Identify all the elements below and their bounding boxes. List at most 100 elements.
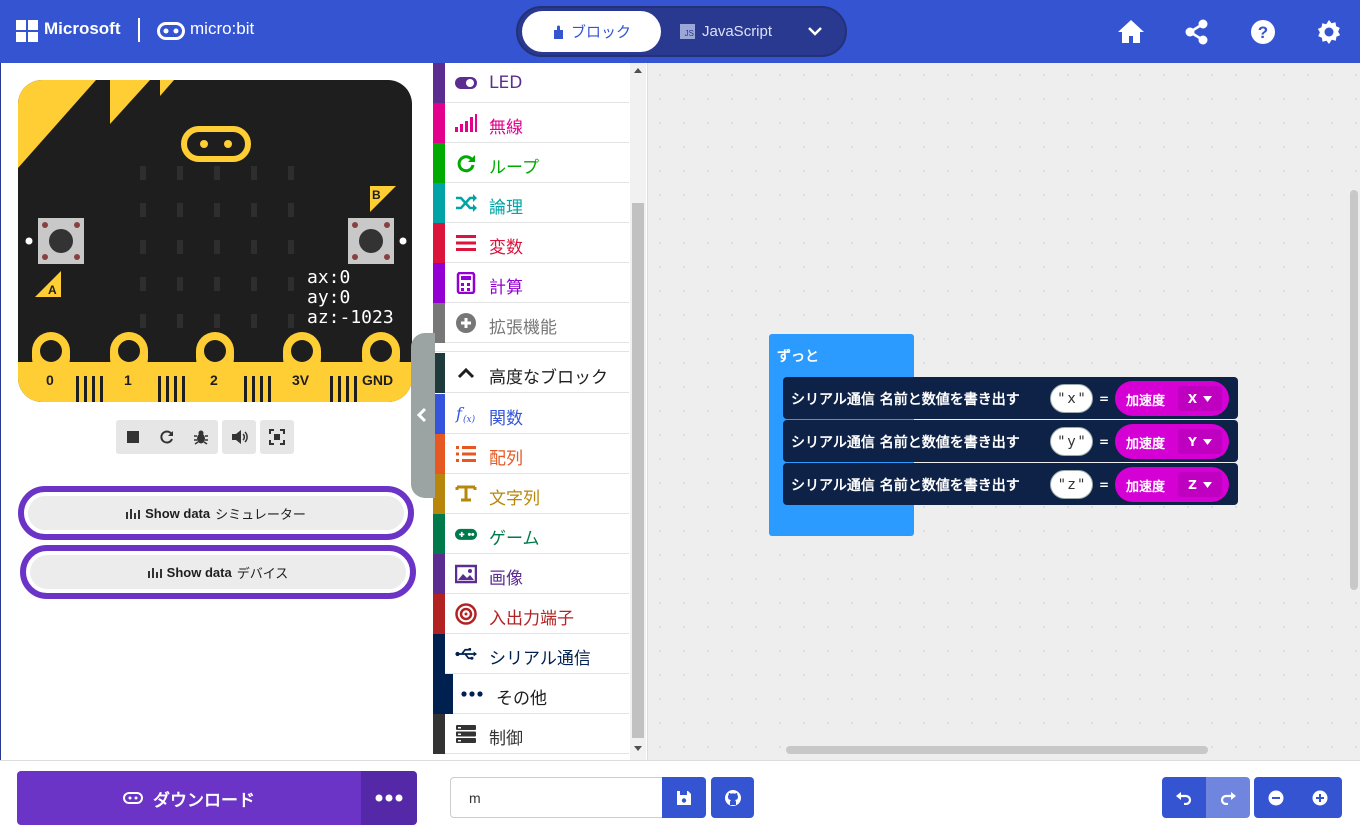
puzzle-icon xyxy=(553,25,563,39)
name-string-value: z xyxy=(1067,476,1076,493)
redo-button[interactable] xyxy=(1206,777,1250,818)
axis-dropdown[interactable]: Y xyxy=(1178,429,1222,454)
toolbox-game[interactable]: ゲーム xyxy=(433,514,629,554)
axis-value: X xyxy=(1187,391,1198,406)
workspace-vertical-scrollbar[interactable] xyxy=(1350,190,1358,590)
show-data-simulator-button[interactable]: Show data シミュレーター xyxy=(18,486,414,540)
bug-icon xyxy=(194,430,208,445)
redo-icon xyxy=(1220,791,1236,805)
name-string-input[interactable]: " y " xyxy=(1050,427,1093,456)
readout-az: az:-1023 xyxy=(307,307,394,328)
restart-button[interactable] xyxy=(150,420,184,454)
collapse-simulator-button[interactable] xyxy=(411,333,435,498)
toolbox-pins[interactable]: 入出力端子 xyxy=(433,594,629,634)
share-icon[interactable] xyxy=(1182,17,1212,47)
toolbox-extensions[interactable]: 拡張機能 xyxy=(433,303,629,343)
toolbox: LED 無線 ループ 論理 変数 計算 拡張機能 高度なブロック f (x) 関… xyxy=(433,63,648,760)
microbit-board[interactable]: ax:0 ay:0 az:-1023 A B 0 1 2 3V GND xyxy=(18,80,412,402)
name-string-value: x xyxy=(1067,390,1076,407)
download-label: ダウンロード xyxy=(153,790,255,811)
category-bar xyxy=(433,103,445,143)
category-bar xyxy=(433,554,445,594)
equals-sign: = xyxy=(1099,478,1110,492)
scroll-down-icon[interactable] xyxy=(634,746,642,752)
github-button[interactable] xyxy=(711,777,754,818)
toolbox-label: 画像 xyxy=(489,569,523,589)
brand-divider xyxy=(138,18,140,42)
category-bar xyxy=(433,514,445,554)
github-icon xyxy=(724,789,741,806)
workspace-horizontal-scrollbar[interactable] xyxy=(786,746,1208,754)
toolbox-images[interactable]: 画像 xyxy=(433,554,629,594)
gamepad-icon xyxy=(455,528,477,540)
name-string-input[interactable]: " z " xyxy=(1050,470,1093,499)
toolbox-arrays[interactable]: 配列 xyxy=(433,434,629,474)
acceleration-label: 加速度 xyxy=(1126,480,1166,495)
download-button[interactable]: ダウンロード xyxy=(17,771,361,825)
toolbox-radio[interactable]: 無線 xyxy=(433,103,629,143)
toolbox-led[interactable]: LED xyxy=(433,63,629,103)
acceleration-block[interactable]: 加速度 Z xyxy=(1115,467,1229,502)
toolbox-math[interactable]: 計算 xyxy=(433,263,629,303)
acceleration-block[interactable]: 加速度 Y xyxy=(1115,424,1229,459)
undo-icon xyxy=(1176,791,1192,805)
scroll-up-icon[interactable] xyxy=(634,67,642,73)
debug-button[interactable] xyxy=(184,420,218,454)
toolbox-label: シリアル通信 xyxy=(489,649,591,669)
settings-gear-icon[interactable] xyxy=(1314,17,1344,47)
undo-button[interactable] xyxy=(1162,777,1206,818)
toolbox-text[interactable]: 文字列 xyxy=(433,474,629,514)
category-bar xyxy=(433,674,453,714)
help-icon[interactable]: ? xyxy=(1248,17,1278,47)
category-bar xyxy=(433,263,445,303)
toolbox-label: その他 xyxy=(496,689,547,709)
toolbox-loops[interactable]: ループ xyxy=(433,143,629,183)
project-name-input[interactable] xyxy=(450,777,662,818)
toolbox-scroll-thumb[interactable] xyxy=(632,203,644,738)
simulator-pane: ax:0 ay:0 az:-1023 A B 0 1 2 3V GND Show… xyxy=(0,63,433,760)
speaker-icon xyxy=(231,430,248,444)
download-more-button[interactable] xyxy=(361,771,417,825)
stop-button[interactable] xyxy=(116,420,150,454)
toolbox-serial-more[interactable]: その他 xyxy=(433,674,629,714)
zoom-in-button[interactable] xyxy=(1298,777,1342,818)
array-icon xyxy=(456,446,476,462)
show-data-device-button[interactable]: Show data デバイス xyxy=(20,545,416,599)
toolbox-variables[interactable]: 変数 xyxy=(433,223,629,263)
home-icon[interactable] xyxy=(1116,17,1146,47)
stop-icon xyxy=(127,431,139,443)
save-button[interactable] xyxy=(662,777,706,818)
acceleration-label: 加速度 xyxy=(1126,394,1166,409)
zoom-out-button[interactable] xyxy=(1254,777,1298,818)
axis-dropdown[interactable]: Z xyxy=(1178,472,1222,497)
zoom-out-icon xyxy=(1268,790,1284,805)
simulator-controls xyxy=(116,420,294,454)
toolbox-serial[interactable]: シリアル通信 xyxy=(433,634,629,674)
toolbox-label: ループ xyxy=(489,158,539,178)
serial-block-label: シリアル通信 名前と数値を書き出す xyxy=(791,392,1020,408)
chevron-down-icon[interactable] xyxy=(804,21,826,41)
toolbox-label: 制御 xyxy=(489,729,523,749)
toolbox-control[interactable]: 制御 xyxy=(433,714,629,754)
toolbox-label: ゲーム xyxy=(489,529,540,549)
acceleration-block[interactable]: 加速度 X xyxy=(1115,381,1229,416)
chevron-up-icon xyxy=(457,367,475,379)
toolbox-functions[interactable]: f (x) 関数 xyxy=(433,394,629,434)
refresh-icon xyxy=(160,430,173,444)
category-bar xyxy=(433,63,445,103)
toolbox-scrollbar[interactable] xyxy=(630,63,646,760)
toolbox-advanced[interactable]: 高度なブロック xyxy=(433,353,629,393)
mute-button[interactable] xyxy=(222,420,256,454)
fullscreen-button[interactable] xyxy=(260,420,294,454)
axis-dropdown[interactable]: X xyxy=(1178,386,1222,411)
toolbox-logic[interactable]: 論理 xyxy=(433,183,629,223)
show-data-dev-label: デバイス xyxy=(236,565,289,581)
name-string-input[interactable]: " x " xyxy=(1050,384,1093,413)
name-string-value: y xyxy=(1067,433,1076,450)
pin-3v-label: 3V xyxy=(292,372,310,388)
tab-javascript[interactable]: JS JavaScript xyxy=(680,11,795,52)
button-b-label: B xyxy=(372,188,381,202)
tab-blocks[interactable]: ブロック xyxy=(522,11,661,52)
category-bar xyxy=(433,183,445,223)
equals-sign: = xyxy=(1099,435,1110,449)
